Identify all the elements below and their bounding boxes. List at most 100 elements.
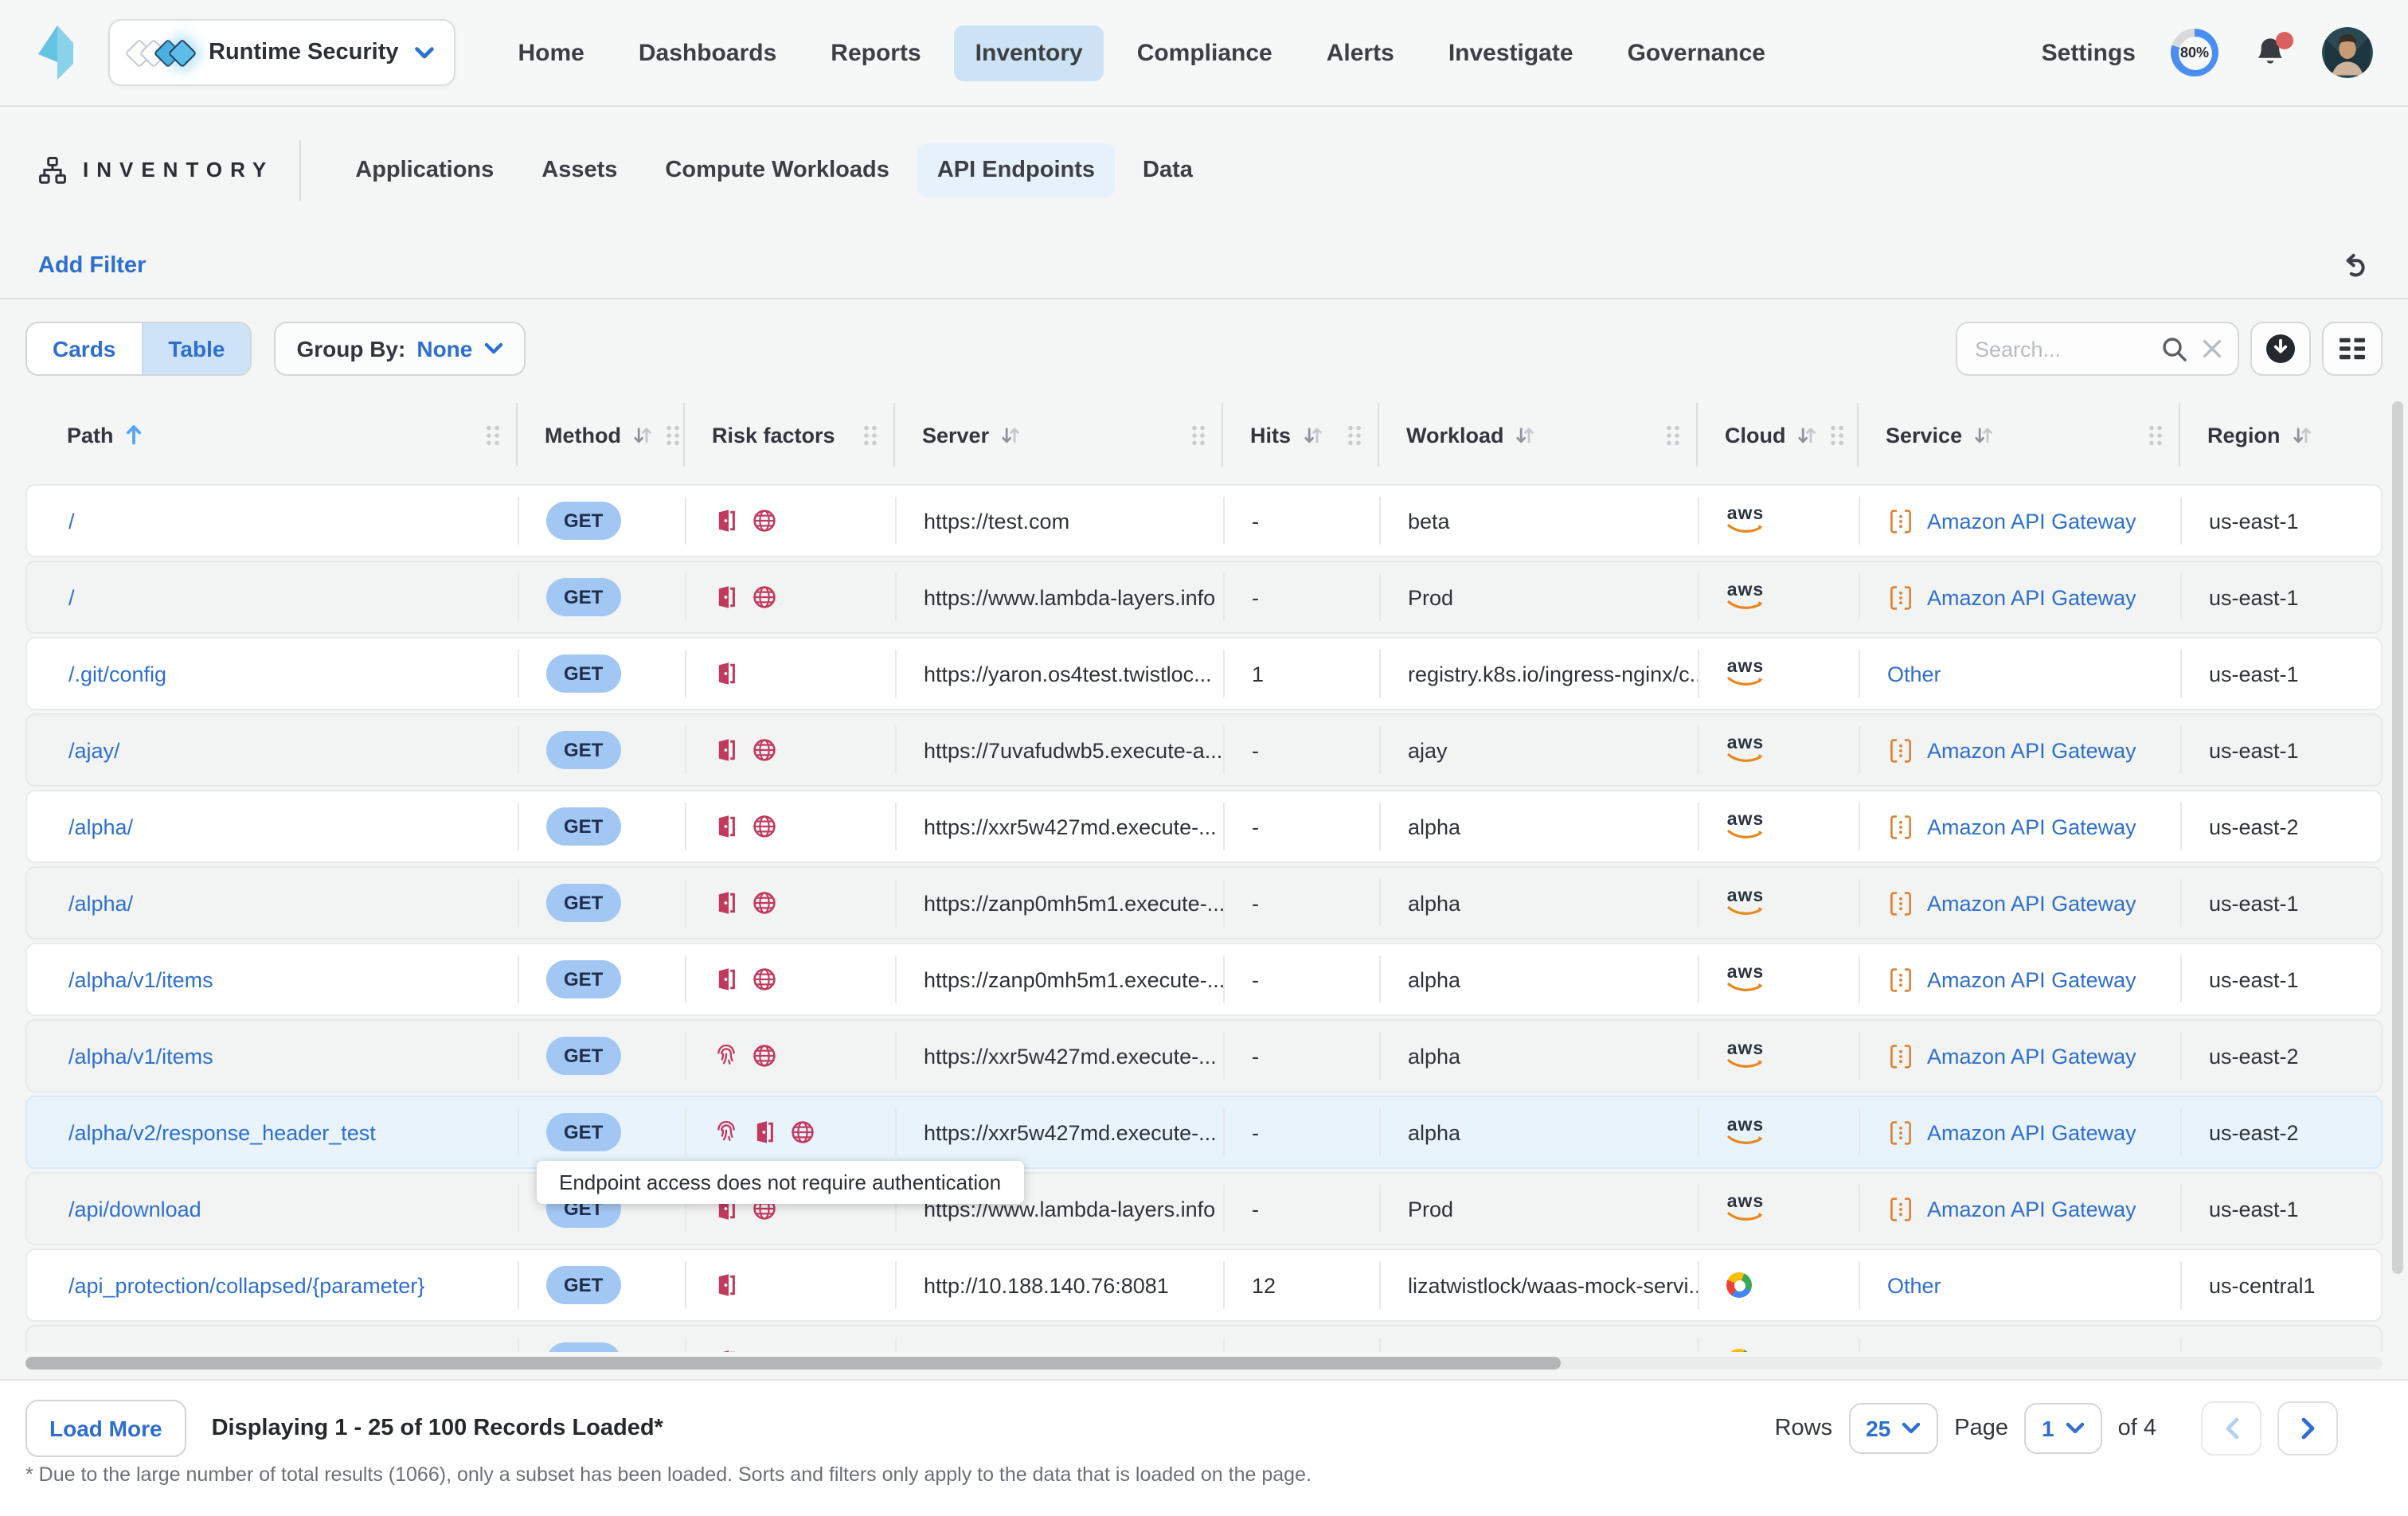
door-open-icon[interactable] [713, 1272, 739, 1298]
cards-view-button[interactable]: Cards [27, 323, 141, 374]
endpoint-path-link[interactable]: /alpha/ [68, 815, 133, 838]
table-row[interactable]: /GEThttps://www.lambda-layers.info-Proda… [25, 561, 2383, 634]
globe-icon[interactable] [752, 737, 777, 763]
tab-applications[interactable]: Applications [336, 143, 513, 197]
table-row[interactable]: /api/downloadGEThttps://www.lambda-layer… [25, 1172, 2383, 1245]
column-settings-button[interactable] [2322, 322, 2383, 376]
sort-icon[interactable] [1302, 424, 1323, 445]
table-row[interactable]: /ajay/GEThttps://7uvafudwb5.execute-a...… [25, 713, 2383, 787]
endpoint-path-link[interactable]: /alpha/v2/response_header_test [68, 1120, 376, 1144]
endpoint-path-link[interactable]: /api_protection/collapsed/{parameter} [68, 1350, 424, 1352]
endpoint-path-link[interactable]: / [68, 509, 75, 533]
sort-icon[interactable] [1973, 424, 1994, 445]
column-header-method[interactable]: Method [516, 398, 683, 471]
endpoint-path-link[interactable]: / [68, 585, 75, 609]
column-header-risk-factors[interactable]: Risk factors [683, 398, 893, 471]
service-link[interactable]: Other [1887, 662, 1941, 686]
page-select[interactable]: 1 [2024, 1403, 2102, 1454]
tab-assets[interactable]: Assets [522, 143, 636, 197]
usage-ring[interactable]: 80% [2171, 29, 2218, 76]
service-link[interactable]: Amazon API Gateway [1927, 738, 2136, 762]
column-header-hits[interactable]: Hits [1222, 398, 1378, 471]
door-open-icon[interactable] [713, 967, 739, 992]
nav-item-alerts[interactable]: Alerts [1306, 25, 1415, 80]
sort-icon[interactable] [2292, 424, 2312, 445]
table-row[interactable]: /api_protection/collapsed/{parameter}GET… [25, 1248, 2383, 1322]
table-view-button[interactable]: Table [141, 323, 250, 374]
service-link[interactable]: Amazon API Gateway [1927, 1197, 2136, 1221]
sort-icon[interactable] [632, 424, 653, 445]
service-link[interactable]: Amazon API Gateway [1927, 509, 2136, 533]
table-row[interactable]: /alpha/GEThttps://xxr5w427md.execute-...… [25, 790, 2383, 863]
table-row[interactable]: /.git/configGEThttps://yaron.os4test.twi… [25, 637, 2383, 710]
door-open-icon[interactable] [713, 1349, 739, 1352]
column-drag-handle-icon[interactable] [1664, 423, 1682, 447]
column-header-server[interactable]: Server [893, 398, 1222, 471]
sort-ascending-icon[interactable] [125, 424, 144, 446]
user-avatar[interactable] [2322, 27, 2373, 78]
door-open-icon[interactable] [713, 508, 739, 533]
column-header-region[interactable]: Region [2179, 398, 2383, 471]
endpoint-path-link[interactable]: /.git/config [68, 662, 166, 686]
vertical-scrollbar[interactable] [2392, 401, 2403, 1274]
service-link[interactable]: Amazon API Gateway [1927, 1044, 2136, 1068]
endpoint-path-link[interactable]: /api_protection/collapsed/{parameter} [68, 1273, 424, 1297]
globe-icon[interactable] [752, 967, 777, 992]
tab-api-endpoints[interactable]: API Endpoints [918, 143, 1114, 197]
service-link[interactable]: Amazon API Gateway [1927, 967, 2136, 991]
endpoint-path-link[interactable]: /alpha/v1/items [68, 1044, 213, 1068]
column-drag-handle-icon[interactable] [1190, 423, 1207, 447]
fingerprint-icon[interactable] [713, 1119, 739, 1145]
door-open-icon[interactable] [713, 814, 739, 839]
column-header-path[interactable]: Path [25, 398, 516, 471]
table-row[interactable]: /alpha/GEThttps://zanp0mh5m1.execute-...… [25, 866, 2383, 940]
next-page-button[interactable] [2277, 1401, 2338, 1455]
horizontal-scrollbar[interactable] [25, 1357, 1561, 1369]
service-link[interactable]: Amazon API Gateway [1927, 815, 2136, 838]
load-more-button[interactable]: Load More [25, 1400, 186, 1457]
column-drag-handle-icon[interactable] [2147, 423, 2164, 447]
service-link[interactable]: Amazon API Gateway [1927, 891, 2136, 915]
add-filter-link[interactable]: Add Filter [38, 252, 146, 278]
column-drag-handle-icon[interactable] [1346, 423, 1363, 447]
reset-filters-icon[interactable] [2340, 250, 2370, 280]
door-open-icon[interactable] [713, 661, 739, 686]
endpoint-path-link[interactable]: /alpha/ [68, 891, 133, 915]
previous-page-button[interactable] [2201, 1401, 2261, 1455]
column-header-cloud[interactable]: Cloud [1696, 398, 1857, 471]
notifications-bell-icon[interactable] [2254, 35, 2287, 70]
column-drag-handle-icon[interactable] [664, 423, 682, 447]
download-button[interactable] [2250, 322, 2311, 376]
column-drag-handle-icon[interactable] [1829, 423, 1847, 447]
globe-icon[interactable] [752, 890, 777, 916]
sort-icon[interactable] [1000, 424, 1021, 445]
service-link[interactable]: Amazon API Gateway [1927, 585, 2136, 609]
endpoint-path-link[interactable]: /api/download [68, 1197, 201, 1221]
column-drag-handle-icon[interactable] [484, 423, 502, 447]
nav-item-investigate[interactable]: Investigate [1428, 25, 1594, 80]
nav-item-reports[interactable]: Reports [810, 25, 941, 80]
globe-icon[interactable] [752, 584, 777, 610]
settings-link[interactable]: Settings [2042, 39, 2136, 66]
nav-item-dashboards[interactable]: Dashboards [618, 25, 797, 80]
endpoint-path-link[interactable]: /ajay/ [68, 738, 120, 762]
door-open-icon[interactable] [752, 1119, 777, 1145]
globe-icon[interactable] [752, 814, 777, 839]
door-open-icon[interactable] [713, 584, 739, 610]
tab-data[interactable]: Data [1124, 143, 1212, 197]
clear-search-icon[interactable] [2201, 338, 2223, 360]
product-switcher[interactable]: Runtime Security [108, 19, 456, 86]
service-link[interactable]: Amazon API Gateway [1927, 1120, 2136, 1144]
column-drag-handle-icon[interactable] [862, 423, 879, 447]
group-by-dropdown[interactable]: Group By: None [274, 322, 525, 376]
globe-icon[interactable] [752, 1043, 777, 1069]
nav-item-governance[interactable]: Governance [1607, 25, 1786, 80]
column-header-workload[interactable]: Workload [1378, 398, 1696, 471]
brand-logo-icon[interactable] [35, 21, 80, 84]
nav-item-home[interactable]: Home [498, 25, 605, 80]
service-link[interactable]: Other [1887, 1273, 1941, 1297]
fingerprint-icon[interactable] [713, 1043, 739, 1069]
search-input[interactable] [1972, 335, 2148, 362]
globe-icon[interactable] [752, 508, 777, 533]
column-header-service[interactable]: Service [1857, 398, 2179, 471]
